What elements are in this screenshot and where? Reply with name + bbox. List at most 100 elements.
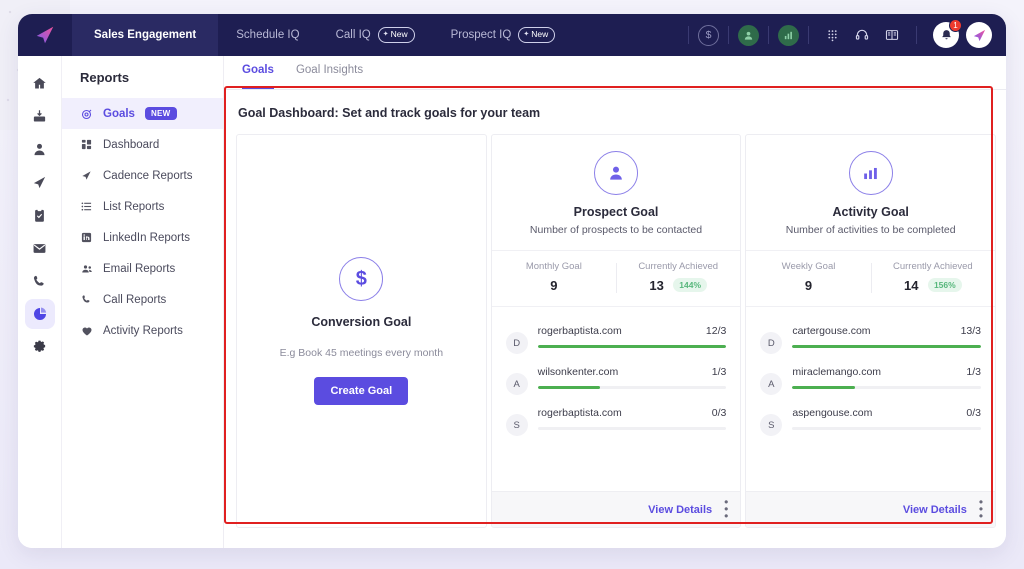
sidebar-item-linkedin-reports[interactable]: LinkedIn Reports [62,222,223,253]
list-item[interactable]: S rogerbaptista.com 0/3 [505,395,727,436]
new-badge-label: New [531,29,549,40]
reports-sidebar: Reports Goals NEW Dashboard Cadence Repo… [62,56,224,548]
inbox-icon[interactable] [25,101,55,131]
sidebar-item-goals[interactable]: Goals NEW [62,98,223,129]
progress-fill [792,386,855,389]
nav-tab-prospect-iq[interactable]: Prospect IQ ✦ New [433,14,574,56]
sidebar-item-list-reports[interactable]: List Reports [62,191,223,222]
dialpad-icon[interactable] [826,29,839,42]
list-item[interactable]: A miraclemango.com 1/3 [760,354,982,395]
progress-bar [792,386,982,389]
send-icon[interactable] [25,167,55,197]
reports-icon[interactable] [24,299,55,329]
kebab-menu-icon[interactable]: • • • [979,496,983,523]
card-header: Activity Goal Number of activities to be… [746,135,996,251]
stat-value: 9 [550,278,558,293]
tab-goal-insights[interactable]: Goal Insights [296,64,363,89]
stat-monthly-goal: Monthly Goal 9 [492,261,616,295]
list-item[interactable]: D rogerbaptista.com 12/3 [505,313,727,354]
dollar-icon[interactable]: $ [698,24,719,46]
percent-badge: 144% [673,278,708,292]
card-subtitle: E.g Book 45 meetings every month [279,347,444,359]
sparkle-icon: ✦ [523,31,530,39]
page-title: Goal Dashboard: Set and track goals for … [238,106,541,120]
sidebar-item-dashboard[interactable]: Dashboard [62,129,223,160]
create-goal-button[interactable]: Create Goal [314,377,409,405]
row-count: 12/3 [705,325,727,337]
view-details-link[interactable]: View Details [903,504,967,516]
headset-icon[interactable] [855,28,869,42]
avatar: A [505,373,528,395]
view-details-link[interactable]: View Details [648,504,712,516]
sidebar-item-activity-reports[interactable]: Activity Reports [62,315,223,346]
progress-bar [792,427,982,430]
sidebar-item-label: Email Reports [103,262,176,275]
progress-fill [537,386,600,389]
tab-label: Goals [242,64,274,76]
list-item[interactable]: S aspengouse.com 0/3 [760,395,982,436]
stat-label: Weekly Goal [781,261,836,272]
contacts-icon[interactable] [25,134,55,164]
paper-plane-icon [36,26,54,44]
user-avatar[interactable] [966,22,992,48]
nav-tab-call-iq[interactable]: Call IQ ✦ New [318,14,433,56]
sidebar-item-cadence-reports[interactable]: Cadence Reports [62,160,223,191]
nav-tab-sales-engagement[interactable]: Sales Engagement [72,14,219,56]
content-tabs: Goals Goal Insights [224,56,1006,90]
new-badge-label: New [390,29,408,40]
app-logo[interactable] [18,14,72,56]
home-icon[interactable] [25,68,55,98]
call-icon[interactable] [25,266,55,296]
card-title: Prospect Goal [573,205,659,219]
notifications-button[interactable]: 1 [933,19,962,48]
dialpad-glyph [828,29,837,41]
avatar: S [505,414,528,436]
settings-icon[interactable] [25,332,55,362]
nav-tab-label: Schedule IQ [236,29,300,41]
sidebar-item-label: Cadence Reports [103,169,193,182]
row-count: 1/3 [966,366,982,378]
row-name: rogerbaptista.com [537,325,622,337]
dollar-glyph: $ [355,267,367,290]
card-footer: View Details • • • [746,491,996,527]
book-icon[interactable] [885,28,899,42]
kebab-menu-icon[interactable]: • • • [724,496,728,523]
progress-fill [792,345,982,348]
person-glyph [610,166,622,180]
goal-rows: D rogerbaptista.com 12/3 A wilsonkenter.… [492,307,741,491]
stat-currently-achieved: Currently Achieved 13 144% [616,261,740,295]
row-name: aspengouse.com [792,407,873,419]
person-icon[interactable] [738,24,759,46]
page-root: Sales Engagement Schedule IQ Call IQ ✦ N… [0,0,1024,569]
new-badge: ✦ New [377,27,415,43]
prospect-goal-card: Prospect Goal Number of prospects to be … [490,134,742,528]
avatar: S [760,414,783,436]
stat-value: 9 [804,278,813,293]
nav-tab-schedule-iq[interactable]: Schedule IQ [218,14,317,56]
new-badge: ✦ New [518,27,556,43]
stat-label: Monthly Goal [525,261,582,272]
app-body: Reports Goals NEW Dashboard Cadence Repo… [18,56,1006,548]
sparkle-icon: ✦ [382,31,389,39]
sidebar-item-email-reports[interactable]: Email Reports [62,253,223,284]
person-glyph [744,31,753,40]
sidebar-item-label: Dashboard [103,138,160,151]
nav-tab-label: Sales Engagement [94,29,197,41]
card-stats: Weekly Goal 9 Currently Achieved 14 156% [746,251,996,307]
tab-goals[interactable]: Goals [242,64,274,89]
sidebar-item-label: LinkedIn Reports [103,231,190,244]
list-item[interactable]: A wilsonkenter.com 1/3 [505,354,727,395]
chart-icon[interactable] [778,24,799,46]
mail-icon[interactable] [25,233,55,263]
list-item[interactable]: D cartergouse.com 13/3 [760,313,982,354]
chart-glyph [864,167,878,179]
row-name: rogerbaptista.com [537,407,622,419]
notification-badge: 1 [949,19,962,32]
sidebar-item-call-reports[interactable]: Call Reports [62,284,223,315]
app-window: Sales Engagement Schedule IQ Call IQ ✦ N… [18,14,1006,548]
avatar: A [760,373,783,395]
linkedin-icon [80,232,93,243]
main-content: Goals Goal Insights Goal Dashboard: Set … [224,56,1006,548]
card-header: Prospect Goal Number of prospects to be … [491,135,741,251]
tasks-icon[interactable] [25,200,55,230]
